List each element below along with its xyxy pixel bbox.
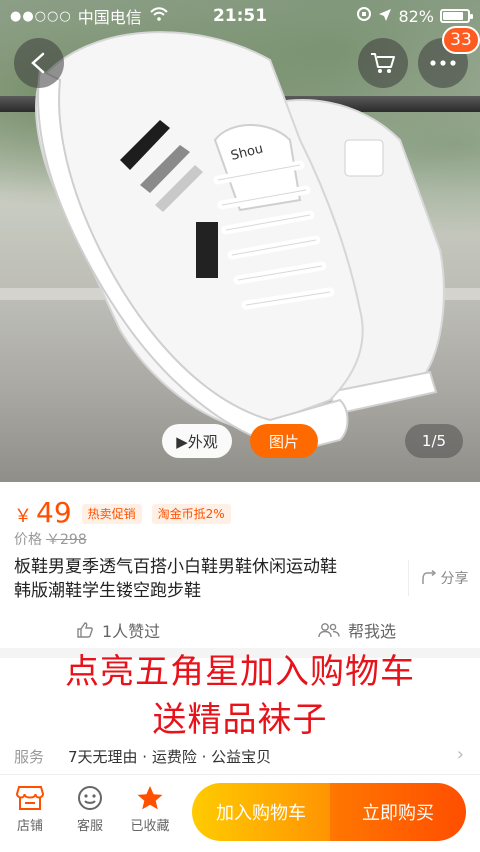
promo-overlay-line2: 送精品袜子	[152, 700, 328, 740]
cart-button[interactable]	[358, 38, 408, 88]
photo-tab[interactable]: 图片	[250, 424, 318, 458]
share-label: 分享	[440, 571, 469, 587]
customer-service-tab[interactable]: 客服	[62, 785, 118, 834]
more-dots-icon	[430, 60, 456, 66]
chevron-right-icon: ›	[456, 744, 464, 765]
image-counter: 1/5	[405, 424, 463, 458]
promo-tag-coin: 淘金币抵2%	[151, 504, 231, 524]
back-button[interactable]	[14, 38, 64, 88]
store-tab[interactable]: 店铺	[2, 785, 58, 834]
original-price-label: 价格	[14, 532, 42, 548]
help-choose-label: 帮我选	[348, 622, 397, 641]
likes-button[interactable]: 1人赞过	[76, 618, 160, 642]
promo-tag-hot: 热卖促销	[81, 504, 142, 524]
people-icon	[318, 623, 340, 638]
product-shoe-image: Shou	[35, 31, 445, 452]
product-image-carousel[interactable]: Shou ●●○○○ 中国电信 21:51 82% 33 ▶外观 图片 1/5	[0, 0, 480, 482]
bottom-action-bar: 店铺 客服 已收藏 加入购物车 立即购买	[0, 774, 480, 852]
favorite-tab[interactable]: 已收藏	[122, 785, 178, 834]
share-icon	[421, 570, 436, 584]
status-time: 21:51	[212, 6, 268, 26]
battery-icon	[440, 9, 473, 23]
star-icon	[137, 786, 163, 810]
original-price-row: 价格 ￥298	[14, 529, 87, 549]
promo-overlay-line1: 点亮五角星加入购物车	[65, 652, 415, 692]
customer-service-label: 客服	[76, 819, 103, 834]
favorite-label: 已收藏	[130, 819, 170, 834]
cart-icon	[371, 53, 395, 73]
social-row: 1人赞过 帮我选	[0, 612, 480, 644]
share-button[interactable]: 分享	[408, 560, 480, 596]
thumbs-up-icon	[77, 622, 93, 638]
chat-icon	[78, 786, 102, 810]
store-icon	[16, 786, 44, 810]
help-choose-button[interactable]: 帮我选	[318, 618, 396, 642]
more-menu-button[interactable]: 33	[418, 26, 480, 88]
store-label: 店铺	[16, 819, 43, 834]
currency-symbol: ￥	[14, 506, 32, 527]
original-price: ￥298	[46, 532, 87, 548]
message-count-badge: 33	[442, 26, 480, 54]
chevron-left-icon	[31, 52, 45, 74]
product-page: Shou ●●○○○ 中国电信 21:51 82% 33 ▶外观 图片 1/5 …	[0, 0, 480, 852]
service-row[interactable]: 服务 7天无理由 · 运费险 · 公益宝贝 ›	[0, 742, 480, 772]
current-price: 49	[36, 496, 72, 529]
price-row: ￥ 49 热卖促销 淘金币抵2%	[14, 496, 231, 529]
video-tab[interactable]: ▶外观	[162, 424, 232, 458]
product-title: 板鞋男夏季透气百搭小白鞋男鞋休闲运动鞋 韩版潮鞋学生镂空跑步鞋	[14, 557, 337, 601]
likes-count: 1人赞过	[102, 622, 161, 641]
add-to-cart-button[interactable]: 加入购物车	[192, 783, 330, 841]
buy-now-button[interactable]: 立即购买	[330, 783, 466, 841]
status-bar: ●●○○○ 中国电信 21:51 82%	[0, 0, 480, 32]
service-label: 服务	[14, 748, 45, 766]
service-value: 7天无理由 · 运费险 · 公益宝贝	[68, 748, 272, 766]
